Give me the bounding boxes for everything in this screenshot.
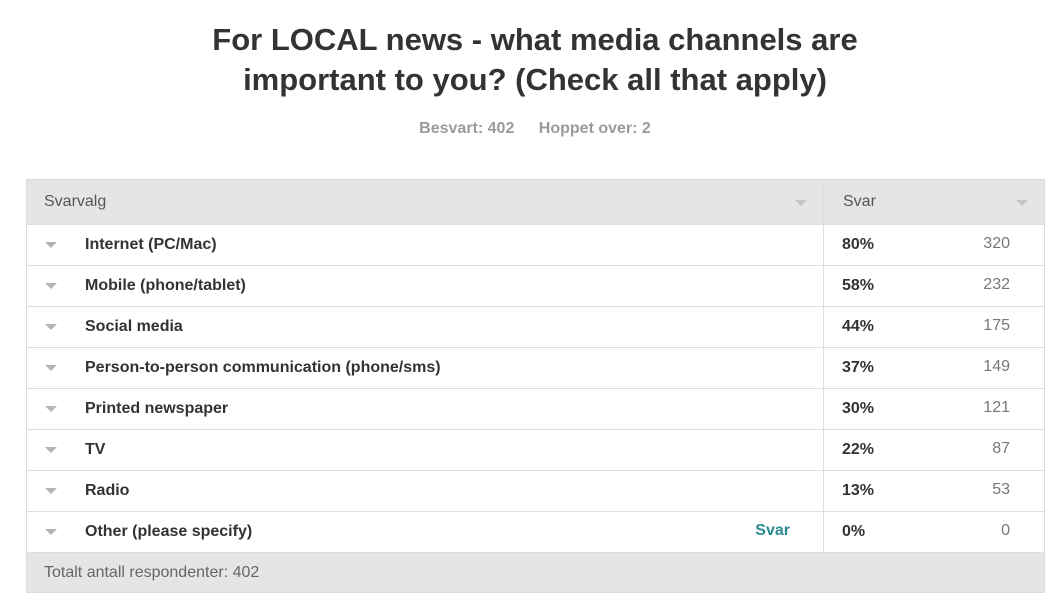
expand-caret-icon[interactable] xyxy=(45,406,57,412)
answer-choice-label: TV xyxy=(85,441,106,458)
expand-caret-icon[interactable] xyxy=(45,447,57,453)
view-responses-link[interactable]: Svar xyxy=(755,522,790,540)
skipped-count: Hoppet over: 2 xyxy=(538,120,651,137)
sort-caret-icon[interactable] xyxy=(795,200,807,206)
answer-percent: 80% xyxy=(842,236,875,253)
answer-choice-label: Person-to-person communication (phone/sm… xyxy=(85,359,441,376)
table-row: Printed newspaper 30% 121 xyxy=(27,389,1044,430)
table-footer: Totalt antall respondenter: 402 xyxy=(27,553,1044,593)
answer-count: 53 xyxy=(992,481,1010,498)
table-row: TV 22% 87 xyxy=(27,430,1044,471)
answer-choice-cell: Person-to-person communication (phone/sm… xyxy=(27,348,824,388)
total-respondents: Totalt antall respondenter: 402 xyxy=(44,563,260,581)
header-answers-column[interactable]: Svar xyxy=(824,180,1044,224)
sort-caret-icon[interactable] xyxy=(1016,200,1028,206)
answer-choice-cell: Mobile (phone/tablet) xyxy=(27,266,824,306)
answer-choice-label: Internet (PC/Mac) xyxy=(85,236,217,253)
table-header: Svarvalg Svar xyxy=(27,180,1044,225)
answered-count: Besvart: 402 xyxy=(419,120,515,137)
table-row: Radio 13% 53 xyxy=(27,471,1044,512)
answer-percent: 37% xyxy=(842,359,875,376)
expand-caret-icon[interactable] xyxy=(45,365,57,371)
expand-caret-icon[interactable] xyxy=(45,283,57,289)
answer-result-cell: 0% 0 xyxy=(824,512,1044,552)
answer-count: 175 xyxy=(983,317,1010,334)
response-stats: Besvart: 402 Hoppet over: 2 xyxy=(0,120,1058,138)
question-title-line-2: important to you? (Check all that apply) xyxy=(243,62,827,97)
table-row: Internet (PC/Mac) 80% 320 xyxy=(27,225,1044,266)
answer-result-cell: 80% 320 xyxy=(824,225,1044,265)
answer-percent: 0% xyxy=(842,523,866,540)
answer-count: 149 xyxy=(983,358,1010,375)
table-row: Social media 44% 175 xyxy=(27,307,1044,348)
expand-caret-icon[interactable] xyxy=(45,488,57,494)
answer-result-cell: 58% 232 xyxy=(824,266,1044,306)
answer-percent: 13% xyxy=(842,482,875,499)
answer-percent: 44% xyxy=(842,318,875,335)
answer-choice-cell: Radio xyxy=(27,471,824,511)
answer-choice-cell: Internet (PC/Mac) xyxy=(27,225,824,265)
header-choice-label: Svarvalg xyxy=(44,193,107,210)
answer-count: 121 xyxy=(983,399,1010,416)
question-title-line-1: For LOCAL news - what media channels are xyxy=(212,22,858,57)
answer-choice-label: Radio xyxy=(85,482,130,499)
answer-percent: 30% xyxy=(842,400,875,417)
answer-result-cell: 37% 149 xyxy=(824,348,1044,388)
answer-count: 0 xyxy=(1001,522,1010,539)
answer-percent: 58% xyxy=(842,277,875,294)
answer-percent: 22% xyxy=(842,441,875,458)
answer-count: 232 xyxy=(983,276,1010,293)
header-answers-label: Svar xyxy=(843,193,876,210)
answer-choice-cell: Social media xyxy=(27,307,824,347)
answer-choice-label: Mobile (phone/tablet) xyxy=(85,277,246,294)
table-row: Person-to-person communication (phone/sm… xyxy=(27,348,1044,389)
answer-choice-cell: Printed newspaper xyxy=(27,389,824,429)
answer-result-cell: 30% 121 xyxy=(824,389,1044,429)
answer-choice-label: Social media xyxy=(85,318,183,335)
answer-result-cell: 44% 175 xyxy=(824,307,1044,347)
answer-choice-label: Other (please specify) xyxy=(85,523,253,540)
question-title: For LOCAL news - what media channels are… xyxy=(0,20,1058,100)
answer-choice-cell: TV xyxy=(27,430,824,470)
answer-count: 320 xyxy=(983,235,1010,252)
answer-choice-cell: Other (please specify) Svar xyxy=(27,512,824,552)
answer-result-cell: 13% 53 xyxy=(824,471,1044,511)
answer-count: 87 xyxy=(992,440,1010,457)
table-row: Other (please specify) Svar 0% 0 xyxy=(27,512,1044,553)
results-table: Svarvalg Svar Internet (PC/Mac) 80% 320 … xyxy=(26,179,1045,593)
header-choice-column[interactable]: Svarvalg xyxy=(27,180,824,224)
answer-choice-label: Printed newspaper xyxy=(85,400,229,417)
expand-caret-icon[interactable] xyxy=(45,529,57,535)
table-row: Mobile (phone/tablet) 58% 232 xyxy=(27,266,1044,307)
expand-caret-icon[interactable] xyxy=(45,324,57,330)
answer-result-cell: 22% 87 xyxy=(824,430,1044,470)
expand-caret-icon[interactable] xyxy=(45,242,57,248)
